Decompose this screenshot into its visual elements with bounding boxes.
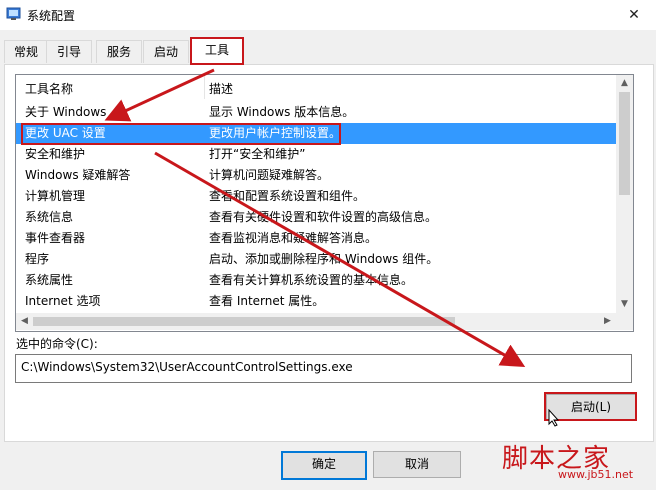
- vertical-scrollbar[interactable]: ▲ ▼: [616, 75, 633, 313]
- vertical-scroll-thumb[interactable]: [619, 92, 630, 195]
- horizontal-scrollbar[interactable]: ◀ ▶: [16, 313, 616, 330]
- msconfig-icon: [6, 7, 21, 20]
- selected-command-label: 选中的命令(C):: [16, 337, 98, 351]
- close-button[interactable]: ✕: [612, 0, 656, 30]
- scroll-left-icon[interactable]: ◀: [16, 313, 33, 330]
- window-title: 系统配置: [27, 9, 76, 23]
- scrollbar-corner: [616, 313, 633, 330]
- tools-list[interactable]: 工具名称 描述 关于 Windows 显示 Windows 版本信息。 更改 UA…: [15, 74, 634, 332]
- table-row[interactable]: 安全和维护 打开“安全和维护”: [16, 144, 616, 165]
- watermark-url: www.jb51.net: [558, 468, 634, 481]
- mouse-cursor-icon: [548, 409, 560, 427]
- column-header-description[interactable]: 描述: [209, 80, 233, 97]
- scroll-up-icon[interactable]: ▲: [616, 75, 633, 92]
- column-header-name[interactable]: 工具名称: [25, 80, 73, 97]
- table-row[interactable]: 事件查看器 查看监视消息和疑难解答消息。: [16, 228, 616, 249]
- table-row[interactable]: 系统属性 查看有关计算机系统设置的基本信息。: [16, 270, 616, 291]
- table-row[interactable]: 系统信息 查看有关硬件设置和软件设置的高级信息。: [16, 207, 616, 228]
- tab-services[interactable]: 服务: [96, 40, 142, 63]
- table-row[interactable]: Windows 疑难解答 计算机问题疑难解答。: [16, 165, 616, 186]
- table-row-selected[interactable]: 更改 UAC 设置 更改用户帐户控制设置。: [16, 123, 616, 144]
- tab-startup[interactable]: 启动: [143, 40, 189, 63]
- watermark: 脚本之家 www.jb51.net: [502, 438, 652, 488]
- cancel-button[interactable]: 取消: [373, 451, 461, 478]
- ok-button[interactable]: 确定: [281, 451, 367, 480]
- tab-tools[interactable]: 工具: [190, 37, 244, 65]
- list-header: 工具名称 描述: [16, 75, 616, 99]
- horizontal-scroll-thumb[interactable]: [33, 317, 455, 326]
- scroll-down-icon[interactable]: ▼: [616, 296, 633, 313]
- table-row[interactable]: 程序 启动、添加或删除程序和 Windows 组件。: [16, 249, 616, 270]
- selected-command-value[interactable]: C:\Windows\System32\UserAccountControlSe…: [21, 360, 353, 374]
- close-icon: ✕: [628, 7, 640, 23]
- tab-strip: 常规 引导 服务 启动 工具: [0, 37, 656, 65]
- table-row[interactable]: 关于 Windows 显示 Windows 版本信息。: [16, 102, 616, 123]
- scroll-right-icon[interactable]: ▶: [599, 313, 616, 330]
- table-row[interactable]: Internet 选项 查看 Internet 属性。: [16, 291, 616, 312]
- column-divider[interactable]: [204, 75, 205, 99]
- tab-general[interactable]: 常规: [4, 40, 48, 63]
- title-bar: 系统配置 ✕: [0, 0, 656, 30]
- table-row[interactable]: 计算机管理 查看和配置系统设置和组件。: [16, 186, 616, 207]
- tab-boot[interactable]: 引导: [46, 40, 92, 63]
- selected-command-field[interactable]: C:\Windows\System32\UserAccountControlSe…: [15, 354, 632, 383]
